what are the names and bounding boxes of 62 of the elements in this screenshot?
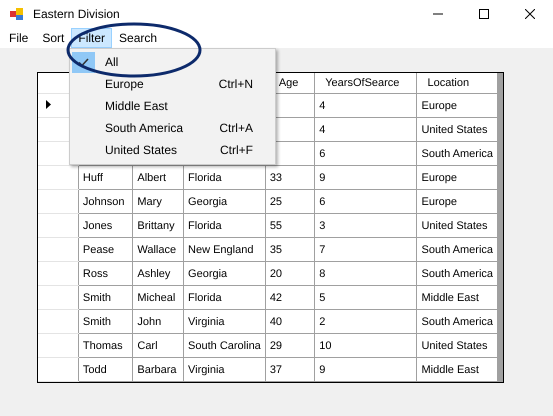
menu-option[interactable]: Middle East [105,99,275,113]
table-cell: Ross [78,262,133,286]
close-icon[interactable] [525,9,535,19]
table-cell: 8 [314,262,417,286]
table-cell: Smith [78,286,133,310]
table-cell: 10 [314,334,417,358]
table-cell: South Carolina [184,334,266,358]
table-cell: 42 [265,286,315,310]
menu-item[interactable]: Sort [35,28,72,48]
column-header[interactable]: YearsOfSearce [314,73,417,94]
table-cell: 55 [265,214,315,238]
table-cell: 6 [314,190,417,214]
table-cell: Georgia [184,262,266,286]
table-cell: 35 [265,238,315,262]
table-cell: 4 [314,94,417,118]
table-cell: Micheal [132,286,184,310]
table-cell: 7 [314,238,417,262]
table-cell: 29 [265,334,315,358]
menu-option[interactable]: Europe [105,77,219,91]
shortcut-label: Ctrl+A [219,121,253,135]
table-cell: 3 [314,214,417,238]
table-cell: New England [184,238,266,262]
table-cell: Brittany [132,214,184,238]
table-cell: 9 [314,166,417,190]
window-title: Eastern Division [33,7,120,21]
table-cell: 4 [314,118,417,142]
table-cell: 6 [314,142,417,166]
column-header[interactable]: Location [416,73,498,94]
table-cell: John [132,310,184,334]
table-cell: Mary [132,190,184,214]
table-cell: Carl [132,334,184,358]
table-cell: Jones [78,214,133,238]
menu-item[interactable]: Search [112,28,164,48]
shortcut-label: Ctrl+N [218,77,253,91]
table-cell: Barbara [132,358,184,382]
table-cell: 37 [265,358,315,382]
table-cell: 5 [314,286,417,310]
table-cell: Todd [78,358,133,382]
table-cell: Florida [184,214,266,238]
table-cell: Pease [78,238,133,262]
table-cell: 9 [314,358,417,382]
table-cell: Georgia [184,190,266,214]
table-cell: Johnson [78,190,133,214]
maximize-icon[interactable] [479,9,489,19]
table-cell: Virginia [184,310,266,334]
table-cell: 40 [265,310,315,334]
table-cell: Wallace [132,238,184,262]
table-cell: 20 [265,262,315,286]
table-cell: Ashley [132,262,184,286]
table-cell: 33 [265,166,315,190]
table-cell: 25 [265,190,315,214]
table-cell: 2 [314,310,417,334]
table-cell: Virginia [184,358,266,382]
shortcut-label: Ctrl+F [220,143,253,157]
app-icon [9,6,25,22]
table-cell: Smith [78,310,133,334]
menu-option[interactable]: United States [105,143,220,157]
menu-item[interactable]: File [2,28,36,48]
menu-option[interactable]: All [105,55,275,69]
menu-option[interactable]: South America [105,121,220,135]
table-cell: Thomas [78,334,133,358]
table-cell: Florida [184,286,266,310]
